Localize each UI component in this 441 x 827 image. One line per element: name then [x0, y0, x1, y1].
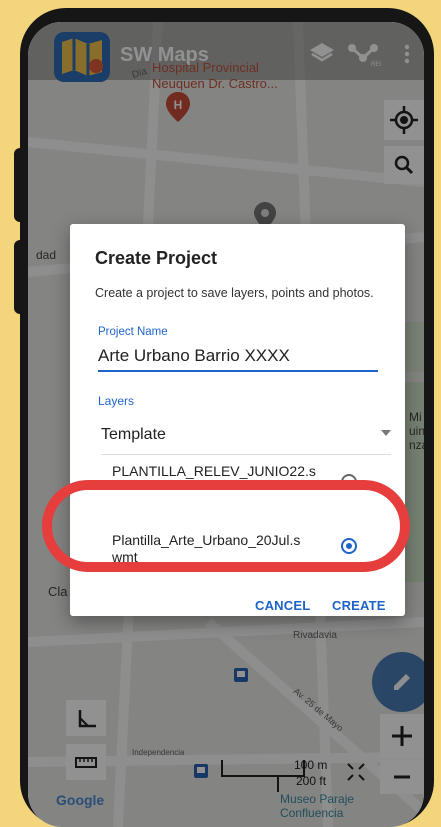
select-underline [101, 454, 391, 455]
project-name-label: Project Name [98, 326, 168, 338]
project-name-input[interactable] [98, 342, 378, 372]
template-select-value: Template [101, 426, 166, 443]
create-button[interactable]: CREATE [332, 598, 386, 613]
layers-label: Layers [98, 394, 135, 408]
selection-highlight-ring [42, 480, 410, 572]
cancel-button[interactable]: CANCEL [255, 598, 310, 613]
phone-screen: SW Maps Hospital Provincial Neuquen Dr. … [28, 22, 424, 827]
dialog-title: Create Project [95, 248, 218, 268]
template-option-label: PLANTILLA_RELEV_JUNIO22.s [112, 463, 316, 479]
dialog-description: Create a project to save layers, points … [95, 286, 374, 300]
chevron-down-icon [381, 430, 391, 436]
template-select[interactable]: Template [101, 424, 391, 455]
